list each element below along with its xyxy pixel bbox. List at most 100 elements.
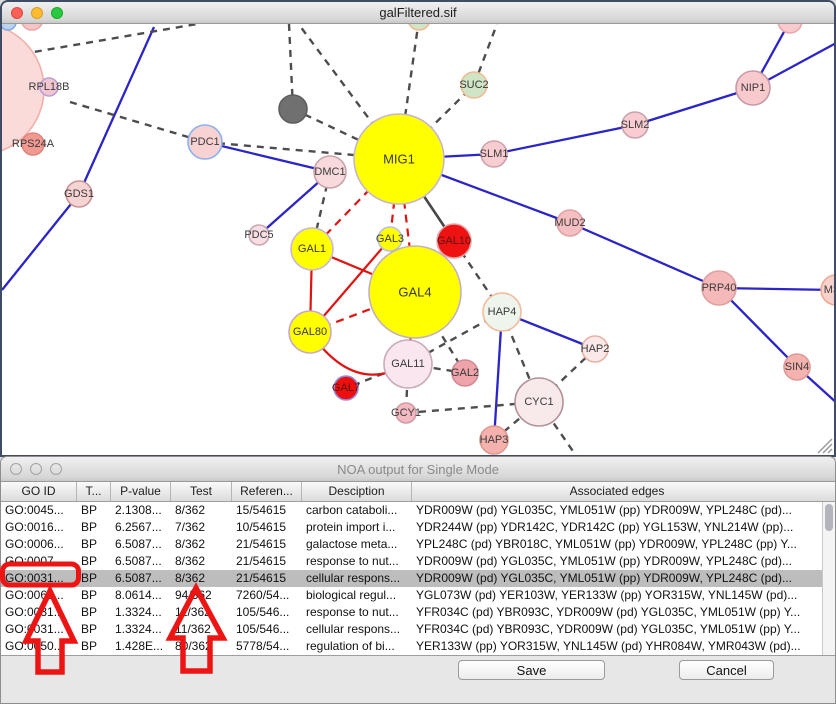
cell: 105/546...	[232, 604, 302, 621]
cell: YDR009W (pd) YGL035C, YML051W (pp) YDR00…	[412, 502, 822, 519]
node-label-hap4: HAP4	[488, 306, 517, 318]
table-row[interactable]: GO:0031...BP1.3324...11/362105/546...cel…	[1, 621, 822, 638]
node-label-gal10: GAL10	[437, 235, 471, 247]
table-scrollbar[interactable]	[822, 502, 835, 655]
node-frag_tr[interactable]	[778, 24, 802, 33]
table-row[interactable]: GO:0007...BP6.5087...8/36221/54615respon…	[1, 553, 822, 570]
cell: 21/54615	[232, 570, 302, 587]
column-header-p-value[interactable]: P-value	[111, 482, 171, 501]
cell: 21/54615	[232, 536, 302, 553]
node-label-msn: MSN	[824, 284, 834, 296]
cell: 6.5087...	[111, 536, 171, 553]
cell: 7260/54...	[232, 587, 302, 604]
node-label-gal11: GAL11	[391, 358, 424, 370]
table-row[interactable]: GO:0045...BP2.1308...8/36215/54615carbon…	[1, 502, 822, 519]
node-label-mig1: MIG1	[383, 152, 415, 167]
network-graph: RPL18BRPS24AGDS1PDC1PDC5MIG1DMC1SUC2SLM1…	[2, 24, 834, 455]
cell: response to nut...	[302, 604, 412, 621]
cell: carbon cataboli...	[302, 502, 412, 519]
table-row[interactable]: GO:0050...BP1.428E...80/3625778/54...reg…	[1, 638, 822, 655]
column-header-desciption[interactable]: Desciption	[302, 482, 412, 501]
node-label-gal2: GAL2	[451, 367, 479, 379]
cell: GO:0031...	[1, 604, 77, 621]
cell: BP	[77, 638, 111, 655]
cell: 8.0614...	[111, 587, 171, 604]
cell: GO:0006...	[1, 536, 77, 553]
node-label-gal80: GAL80	[293, 326, 327, 338]
cell: 1.428E...	[111, 638, 171, 655]
node-frag_tlb[interactable]	[2, 24, 16, 30]
cancel-button[interactable]: Cancel	[679, 660, 774, 680]
cell: BP	[77, 519, 111, 536]
cell: YGL073W (pd) YER103W, YER133W (pp) YOR31…	[412, 587, 822, 604]
node-frag_top[interactable]	[408, 24, 430, 30]
cell: GO:0031...	[1, 621, 77, 638]
cell: GO:0050...	[1, 638, 77, 655]
cell: GO:0016...	[1, 519, 77, 536]
resize-grip-icon[interactable]	[828, 449, 832, 453]
cell: BP	[77, 621, 111, 638]
cell: BP	[77, 570, 111, 587]
node-label-hap3: HAP3	[480, 434, 509, 446]
cell: cellular respons...	[302, 621, 412, 638]
cell: 1.3324...	[111, 621, 171, 638]
node-gray1[interactable]	[279, 95, 307, 123]
node-label-gal4: GAL4	[398, 285, 431, 300]
node-label-slm2: SLM2	[621, 119, 650, 131]
cell: 1.3324...	[111, 604, 171, 621]
cell: YDR009W (pd) YGL035C, YML051W (pp) YDR00…	[412, 553, 822, 570]
network-window: galFiltered.sif RPL18BRPS24AGDS1PDC1PDC5…	[0, 0, 836, 457]
column-header-associated-edges[interactable]: Associated edges	[412, 482, 822, 501]
node-label-prp40: PRP40	[702, 282, 737, 294]
table-row[interactable]: GO:0006...BP6.5087...8/36221/54615galact…	[1, 536, 822, 553]
node-label-suc2: SUC2	[459, 79, 488, 91]
cell: 7/362	[171, 519, 232, 536]
network-window-titlebar[interactable]: galFiltered.sif	[2, 2, 834, 24]
noa-output-window: NOA output for Single Mode GO IDT...P-va…	[0, 456, 836, 704]
cell: 8/362	[171, 502, 232, 519]
table-row-selected[interactable]: GO:0031...BP6.5087...8/36221/54615cellul…	[1, 570, 822, 587]
table-row[interactable]: GO:0016...BP6.2567...7/36210/54615protei…	[1, 519, 822, 536]
edge-blue	[570, 223, 719, 288]
cell: 8/362	[171, 536, 232, 553]
column-header-go-id[interactable]: GO ID	[1, 482, 77, 501]
network-canvas[interactable]: RPL18BRPS24AGDS1PDC1PDC5MIG1DMC1SUC2SLM1…	[2, 24, 834, 455]
node-label-gal3: GAL3	[376, 233, 404, 245]
save-button[interactable]: Save	[458, 660, 605, 680]
column-header-t[interactable]: T...	[77, 482, 111, 501]
cell: protein import i...	[302, 519, 412, 536]
table-row[interactable]: GO:0065...BP8.0614...94/3627260/54...bio…	[1, 587, 822, 604]
cell: 21/54615	[232, 553, 302, 570]
edge-dark-dash	[70, 102, 205, 142]
cell: BP	[77, 553, 111, 570]
node-label-dmc1: DMC1	[314, 166, 345, 178]
table-body: GO:0045...BP2.1308...8/36215/54615carbon…	[1, 502, 822, 655]
cell: GO:0007...	[1, 553, 77, 570]
cell: YER133W (pp) YOR315W, YNL145W (pd) YHR08…	[412, 638, 822, 655]
cell: cellular respons...	[302, 570, 412, 587]
table-row[interactable]: GO:0031...BP1.3324...11/362105/546...res…	[1, 604, 822, 621]
screen: galFiltered.sif RPL18BRPS24AGDS1PDC1PDC5…	[0, 0, 836, 704]
node-frag_tlp[interactable]	[21, 24, 43, 30]
cell: 11/362	[171, 621, 232, 638]
cell: 94/362	[171, 587, 232, 604]
column-header-referen[interactable]: Referen...	[232, 482, 302, 501]
noa-window-titlebar[interactable]: NOA output for Single Mode	[1, 457, 835, 482]
node-label-pdc1: PDC1	[190, 136, 219, 148]
column-header-test[interactable]: Test	[171, 482, 232, 501]
scrollbar-thumb[interactable]	[825, 504, 833, 531]
cell: BP	[77, 587, 111, 604]
cell: BP	[77, 536, 111, 553]
edge-dark-dash	[22, 24, 197, 54]
network-window-title: galFiltered.sif	[2, 5, 834, 20]
edge-blue	[635, 88, 753, 125]
node-label-slm1: SLM1	[480, 148, 509, 160]
cell: GO:0065...	[1, 587, 77, 604]
node-label-hap2: HAP2	[581, 343, 610, 355]
node-label-nip1: NIP1	[741, 82, 765, 94]
node-label-rpl18b: RPL18B	[29, 81, 70, 93]
table-bottom-divider	[1, 655, 835, 656]
node-label-gcy1: GCY1	[391, 407, 421, 419]
edge-blue	[2, 194, 79, 290]
resize-grip-icon[interactable]	[823, 444, 832, 453]
